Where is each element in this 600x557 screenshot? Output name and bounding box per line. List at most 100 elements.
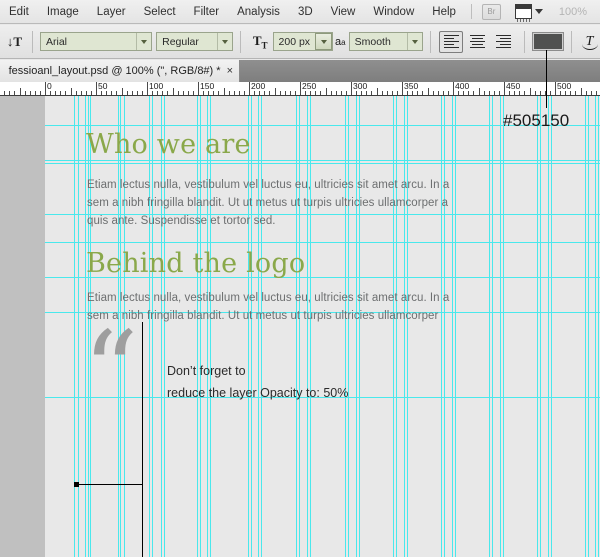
vertical-guide[interactable] [393,96,394,557]
menu-item-layer[interactable]: Layer [88,0,135,24]
text-color-swatch[interactable] [532,32,565,51]
font-style-select[interactable]: Regular [156,32,233,51]
vertical-guide[interactable] [452,96,453,557]
ruler-minor-tick [468,91,469,95]
vertical-guide[interactable] [500,96,501,557]
quotation-mark-icon: “ [83,309,139,434]
vertical-guide[interactable] [261,96,262,557]
document-tab[interactable]: fessioanl_layout.psd @ 100% (", RGB/8#) … [0,60,240,82]
vertical-guide[interactable] [489,96,490,557]
screen-mode-control[interactable] [514,4,543,22]
vertical-guide[interactable] [345,96,346,557]
vertical-guide[interactable] [492,96,493,557]
font-size-chevron-down-icon[interactable] [315,33,333,50]
ruler-minor-tick [473,91,474,95]
ruler-label: 500 [557,82,572,91]
font-size-select[interactable]: 200 px [272,32,334,51]
ruler-minor-tick [387,91,388,95]
menu-item-help[interactable]: Help [423,0,465,24]
ruler-minor-tick [341,91,342,95]
vertical-guide[interactable] [540,96,541,557]
ruler-label: 300 [353,82,368,91]
antialias-value: Smooth [354,35,391,48]
font-family-select[interactable]: Arial [39,32,153,51]
vertical-guide[interactable] [588,96,589,557]
vertical-guide[interactable] [210,96,211,557]
vertical-guide[interactable] [551,96,552,557]
vertical-guide[interactable] [407,96,408,557]
menu-item-filter[interactable]: Filter [185,0,229,24]
ruler-minor-tick [183,91,184,95]
vertical-guide[interactable] [595,96,596,557]
horizontal-ruler[interactable]: 0 50 100 150 200 250 300 350 400 450 500 [0,82,600,96]
close-icon[interactable]: × [227,65,233,77]
vertical-guide[interactable] [207,96,208,557]
menu-item-analysis[interactable]: Analysis [228,0,289,24]
vertical-guide[interactable] [598,96,599,557]
ruler-minor-tick [463,91,464,95]
vertical-guide[interactable] [396,96,397,557]
vertical-guide[interactable] [441,96,442,557]
align-center-button[interactable] [465,31,489,53]
vertical-guide[interactable] [585,96,586,557]
document-tab-title: fessioanl_layout.psd @ 100% (", RGB/8#) … [8,65,221,77]
vertical-guide[interactable] [78,96,79,557]
menu-item-window[interactable]: Window [364,0,423,24]
vertical-guide[interactable] [149,96,150,557]
vertical-guide[interactable] [200,96,201,557]
vertical-guide[interactable] [348,96,349,557]
vertical-guide[interactable] [251,96,252,557]
zoom-level-label: 100% [558,5,588,18]
vertical-guide[interactable] [455,96,456,557]
ruler-minor-tick [111,91,112,95]
vertical-guide[interactable] [258,96,259,557]
vertical-guide[interactable] [74,96,75,557]
ruler-minor-tick [116,91,117,95]
ruler-major-tick [402,82,403,95]
vertical-guide[interactable] [296,96,297,557]
bridge-button[interactable]: Br [481,3,501,20]
vertical-guide[interactable] [537,96,538,557]
ruler-minor-tick [35,91,36,95]
vertical-guide[interactable] [503,96,504,557]
horizontal-guide[interactable] [45,242,600,243]
vertical-guide[interactable] [161,96,162,557]
ruler-major-tick [453,82,454,95]
antialias-chevron-down-icon[interactable] [406,33,422,50]
align-center-icon [469,34,485,49]
horizontal-guide[interactable] [45,160,600,161]
menu-item-view[interactable]: View [322,0,365,24]
font-style-chevron-down-icon[interactable] [216,33,232,50]
antialias-select[interactable]: Smooth [348,32,423,51]
menu-item-edit[interactable]: Edit [0,0,38,24]
menu-item-3d[interactable]: 3D [289,0,322,24]
vertical-guide[interactable] [404,96,405,557]
align-left-button[interactable] [439,30,464,53]
vertical-guide[interactable] [356,96,357,557]
swatch-leader-line [546,50,547,108]
vertical-guide[interactable] [248,96,249,557]
font-family-chevron-down-icon[interactable] [136,33,151,50]
canvas-workspace: Who we are Etiam lectus nulla, vestibulu… [0,96,600,557]
warp-text-icon[interactable]: T [579,31,600,53]
vertical-guide[interactable] [197,96,198,557]
text-orientation-icon[interactable]: ↓T [4,30,25,54]
vertical-guide[interactable] [307,96,308,557]
ruler-minor-tick [596,91,597,95]
vertical-guide[interactable] [299,96,300,557]
vertical-guide[interactable] [152,96,153,557]
ruler-minor-tick [382,91,383,95]
chevron-down-icon[interactable] [534,9,543,14]
ruler-minor-tick [193,91,194,95]
document-canvas[interactable]: Who we are Etiam lectus nulla, vestibulu… [45,96,600,557]
ruler-minor-tick [60,91,61,95]
vertical-guide[interactable] [359,96,360,557]
menu-item-select[interactable]: Select [135,0,185,24]
vertical-guide[interactable] [444,96,445,557]
align-right-button[interactable] [491,31,515,53]
vertical-guide[interactable] [548,96,549,557]
vertical-guide[interactable] [164,96,165,557]
horizontal-guide[interactable] [45,163,600,164]
menu-item-image[interactable]: Image [38,0,88,24]
vertical-guide[interactable] [310,96,311,557]
